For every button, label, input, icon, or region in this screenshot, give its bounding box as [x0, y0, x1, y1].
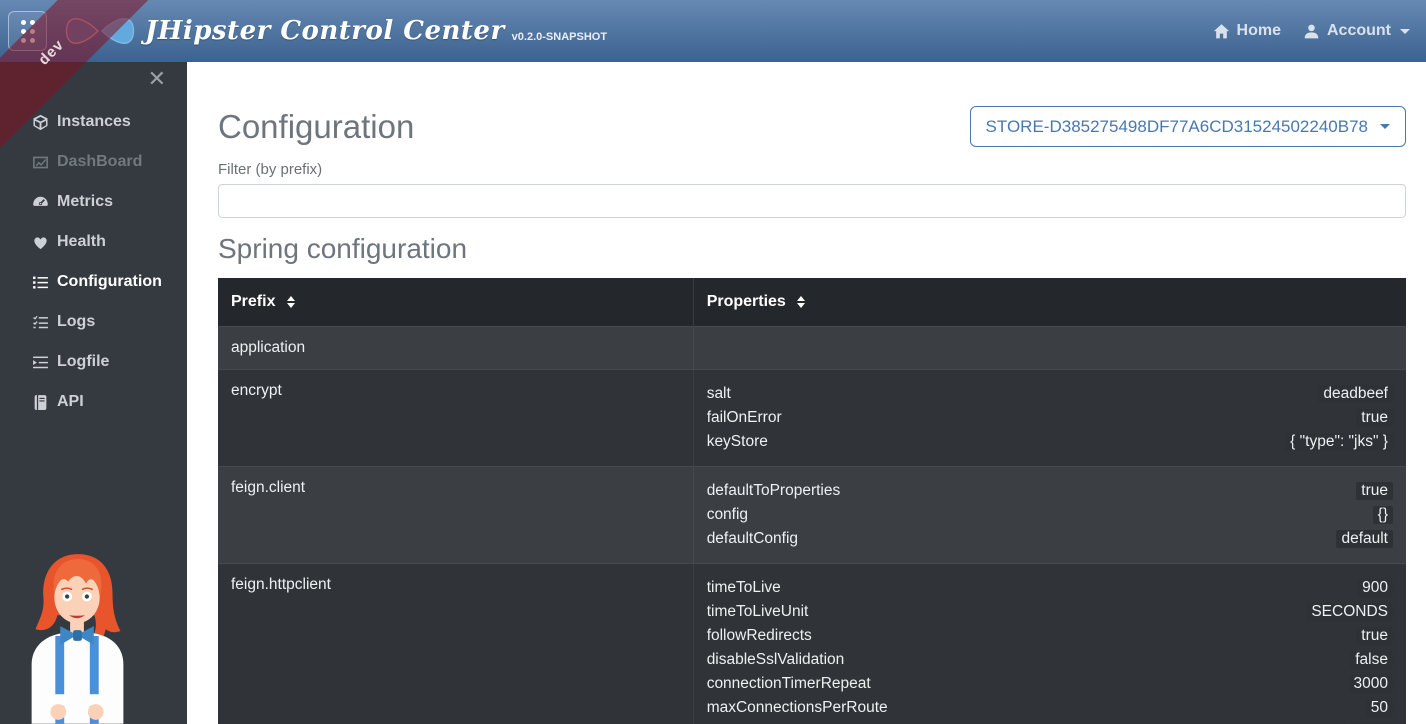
- property-value: SECONDS: [1306, 603, 1393, 621]
- property-value: 900: [1357, 579, 1393, 597]
- sidebar-item-instances[interactable]: Instances: [0, 102, 187, 142]
- main-content: Configuration STORE-D385275498DF77A6CD31…: [187, 62, 1426, 724]
- sidebar-item-label: Configuration: [57, 273, 162, 291]
- logs-tasks-icon: [32, 314, 49, 331]
- prefix-cell: feign.client: [218, 467, 693, 564]
- property-name: failOnError: [707, 409, 782, 427]
- close-icon[interactable]: ✕: [148, 68, 166, 90]
- property-name: followRedirects: [707, 627, 812, 645]
- property-name: keyStore: [707, 433, 768, 451]
- dashboard-chart-icon: [32, 154, 49, 171]
- app-version: v0.2.0-SNAPSHOT: [512, 31, 607, 43]
- property-name: connectionTimerRepeat: [707, 675, 871, 693]
- property-value: default: [1336, 530, 1393, 548]
- health-heart-icon: [32, 234, 49, 251]
- instance-selector-dropdown[interactable]: STORE-D385275498DF77A6CD31524502240B78: [970, 106, 1406, 147]
- table-row: application: [218, 327, 1406, 370]
- property-name: config: [707, 506, 748, 524]
- home-link[interactable]: Home: [1213, 22, 1281, 40]
- sidebar-item-logfile[interactable]: Logfile: [0, 342, 187, 382]
- column-header-prefix[interactable]: Prefix: [218, 278, 693, 327]
- table-row: feign.httpclient timeToLive 900 timeToLiv…: [218, 564, 1406, 724]
- page-title: Configuration: [218, 108, 414, 146]
- property-name: maxConnectionsPerRoute: [707, 699, 888, 717]
- sort-icon: [287, 296, 295, 308]
- sidebar-item-label: Logfile: [57, 353, 109, 371]
- account-icon: [1303, 23, 1320, 40]
- sidebar-item-label: Logs: [57, 313, 95, 331]
- home-label: Home: [1237, 22, 1281, 40]
- properties-cell: salt deadbeef failOnError true keyStore { "…: [693, 370, 1406, 467]
- configuration-table: Prefix Properties application encrypt sa…: [218, 278, 1406, 724]
- property-name: timeToLive: [707, 579, 781, 597]
- sidebar-item-logs[interactable]: Logs: [0, 302, 187, 342]
- configuration-list-icon: [32, 274, 49, 291]
- top-navbar: JHipster Control Center v0.2.0-SNAPSHOT …: [0, 0, 1426, 62]
- sidebar-item-label: Metrics: [57, 193, 113, 211]
- prefix-cell: encrypt: [218, 370, 693, 467]
- sidebar-item-label: Health: [57, 233, 106, 251]
- sidebar-item-label: Instances: [57, 113, 131, 131]
- property-value: {}: [1373, 506, 1393, 524]
- sidebar-item-api[interactable]: API: [0, 382, 187, 422]
- sidebar-item-metrics[interactable]: Metrics: [0, 182, 187, 222]
- filter-input[interactable]: [218, 184, 1406, 218]
- property-value: false: [1350, 651, 1393, 669]
- sidebar-item-dashboard[interactable]: DashBoard: [0, 142, 187, 182]
- instance-selector-value: STORE-D385275498DF77A6CD31524502240B78: [986, 117, 1368, 137]
- table-row: feign.client defaultToProperties true con…: [218, 467, 1406, 564]
- account-label: Account: [1327, 22, 1391, 40]
- table-row: encrypt salt deadbeef failOnError true key…: [218, 370, 1406, 467]
- property-name: defaultConfig: [707, 530, 798, 548]
- prefix-cell: feign.httpclient: [218, 564, 693, 724]
- sidebar: ✕ Instances DashBoard Metrics: [0, 62, 187, 724]
- sidebar-item-label: API: [57, 393, 84, 411]
- sort-icon: [797, 296, 805, 308]
- metrics-gauge-icon: [32, 194, 49, 211]
- sidebar-nav: Instances DashBoard Metrics Health: [0, 102, 187, 422]
- api-book-icon: [32, 394, 49, 411]
- account-menu[interactable]: Account: [1303, 22, 1410, 40]
- property-value: true: [1356, 409, 1393, 427]
- sidebar-item-configuration[interactable]: Configuration: [0, 262, 187, 302]
- logfile-icon: [32, 354, 49, 371]
- sidebar-item-label: DashBoard: [57, 153, 142, 171]
- properties-cell: defaultToProperties true config {} default…: [693, 467, 1406, 564]
- jhipster-bowtie-logo: [61, 8, 139, 54]
- column-header-properties[interactable]: Properties: [693, 278, 1406, 327]
- app-title: JHipster Control Center: [145, 16, 505, 46]
- property-value: true: [1356, 482, 1393, 500]
- properties-cell: timeToLive 900 timeToLiveUnit SECONDS foll…: [693, 564, 1406, 724]
- property-value: { "type": "jks" }: [1285, 433, 1393, 451]
- property-value: 50: [1366, 699, 1393, 717]
- prefix-cell: application: [218, 327, 693, 370]
- property-name: timeToLiveUnit: [707, 603, 809, 621]
- instances-icon: [32, 114, 49, 131]
- apps-grid-button[interactable]: [8, 11, 47, 51]
- property-name: salt: [707, 385, 731, 403]
- property-name: defaultToProperties: [707, 482, 841, 500]
- section-title: Spring configuration: [218, 233, 1406, 265]
- property-value: 3000: [1349, 675, 1393, 693]
- chevron-down-icon: [1400, 29, 1410, 34]
- chevron-down-icon: [1380, 124, 1390, 129]
- filter-label: Filter (by prefix): [218, 161, 1406, 178]
- property-value: deadbeef: [1318, 385, 1393, 403]
- sidebar-item-health[interactable]: Health: [0, 222, 187, 262]
- home-icon: [1213, 23, 1230, 40]
- jhipster-mascot: [4, 546, 152, 724]
- property-name: disableSslValidation: [707, 651, 845, 669]
- property-value: true: [1356, 627, 1393, 645]
- properties-cell: [693, 327, 1406, 370]
